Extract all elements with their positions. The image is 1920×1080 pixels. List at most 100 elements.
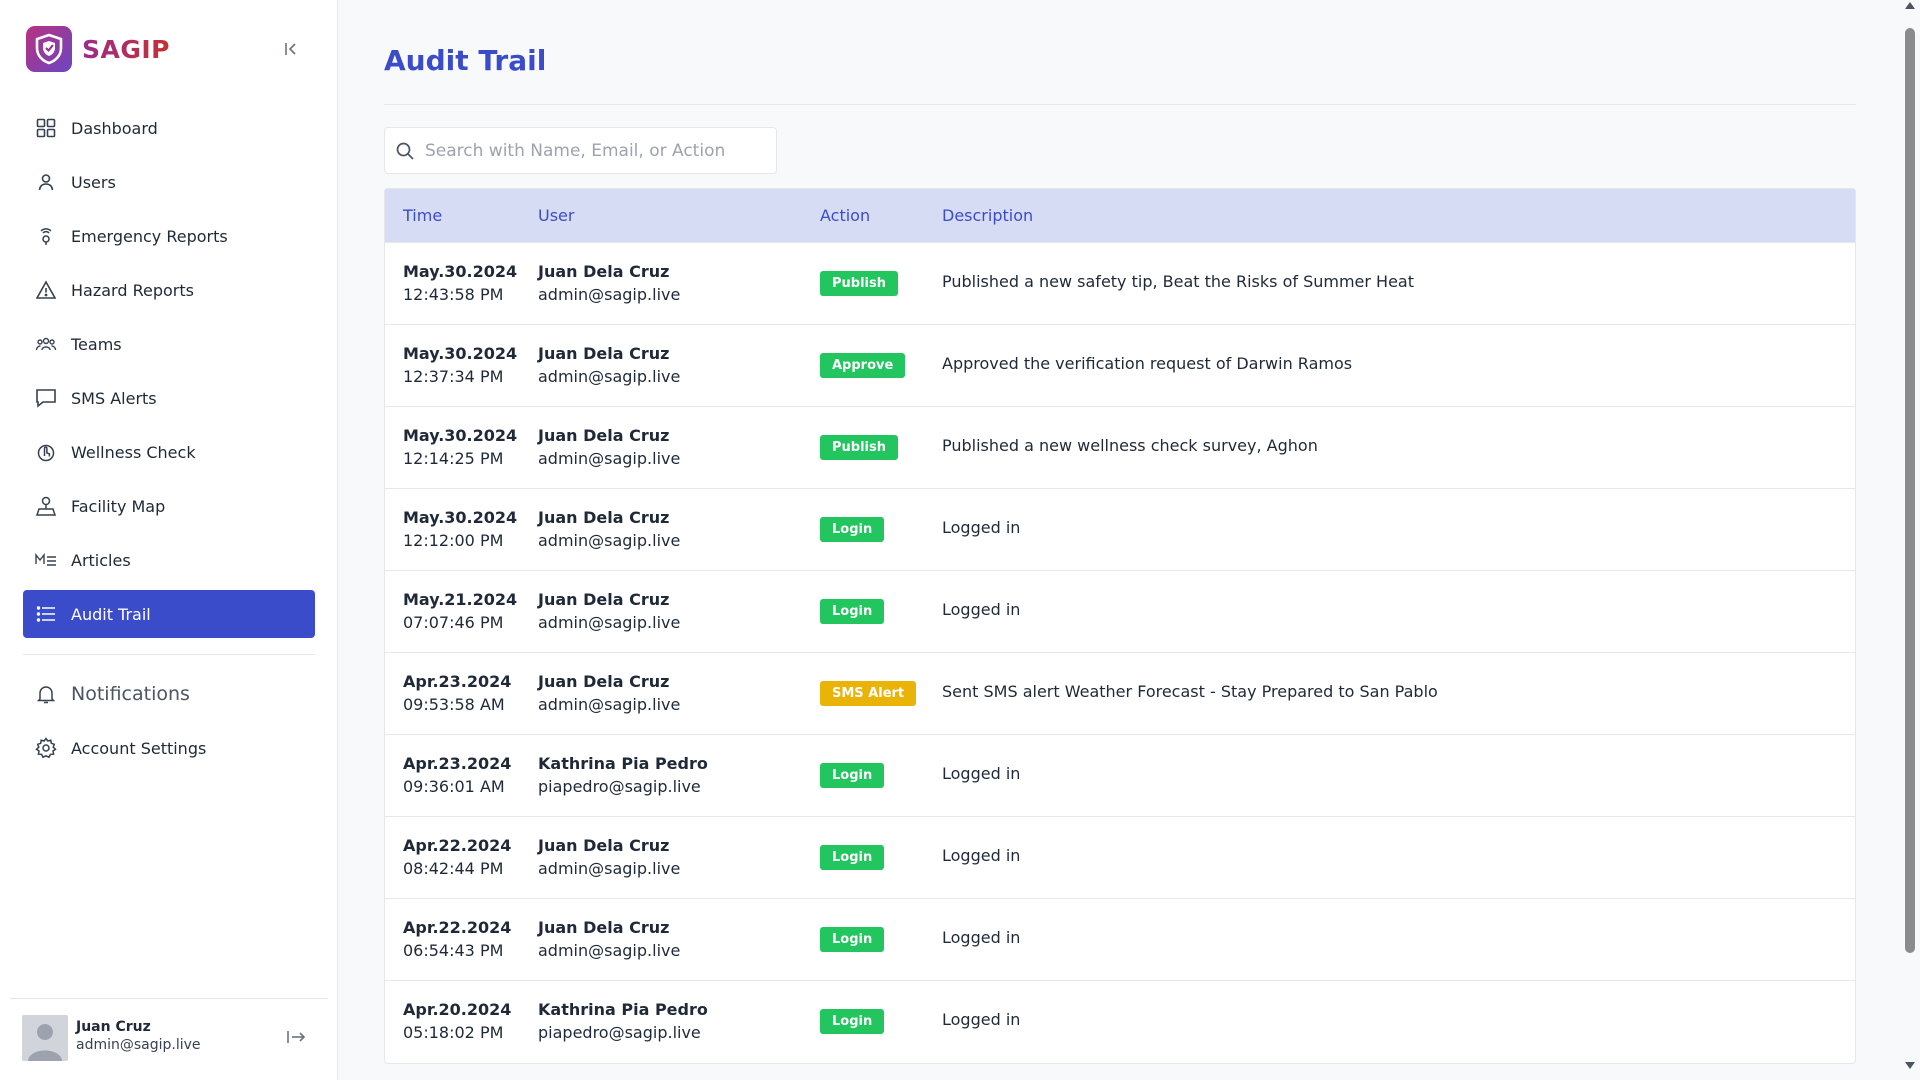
sidebar-item-hazard-reports[interactable]: Hazard Reports [23, 266, 315, 314]
user-email-text: piapedro@sagip.live [538, 1023, 701, 1042]
message-icon [35, 387, 57, 409]
sidebar-nav: Dashboard Users Emergency Reports Hazard… [23, 104, 315, 644]
column-header-description[interactable]: Description [942, 206, 1033, 225]
user-email-text: admin@sagip.live [538, 449, 681, 468]
table-row[interactable]: Apr.23.2024 09:36:01 AM Kathrina Pia Pedro… [385, 735, 1855, 817]
time-text: 12:14:25 PM [403, 449, 504, 468]
user-email-text: admin@sagip.live [538, 285, 681, 304]
time-cell: Apr.23.2024 09:36:01 AM [403, 752, 511, 798]
user-email-text: admin@sagip.live [538, 531, 681, 550]
table-row[interactable]: May.30.2024 12:14:25 PM Juan Dela Cruz admi… [385, 407, 1855, 489]
sidebar-item-wellness-check[interactable]: Wellness Check [23, 428, 315, 476]
sidebar-item-account-settings[interactable]: Account Settings [23, 724, 315, 772]
user-name-text: Juan Dela Cruz [538, 344, 670, 363]
time-text: 09:36:01 AM [403, 777, 505, 796]
scroll-down-icon[interactable] [1905, 1062, 1915, 1069]
map-pin-icon [35, 495, 57, 517]
user-icon [35, 171, 57, 193]
scroll-up-icon[interactable] [1905, 2, 1915, 9]
time-text: 09:53:58 AM [403, 695, 505, 714]
signal-pin-icon [35, 225, 57, 247]
sidebar-item-sms-alerts[interactable]: SMS Alerts [23, 374, 315, 422]
search-icon [395, 141, 415, 161]
divider [384, 104, 1856, 105]
user-cell: Juan Dela Cruz admin@sagip.live [538, 916, 680, 962]
user-name-text: Juan Dela Cruz [538, 508, 670, 527]
user-name-text: Juan Dela Cruz [538, 918, 670, 937]
sidebar-item-label: Articles [71, 550, 131, 570]
sidebar-item-label: Teams [71, 334, 122, 354]
time-cell: May.30.2024 12:37:34 PM [403, 342, 517, 388]
search-input[interactable] [425, 140, 755, 161]
time-text: 06:54:43 PM [403, 941, 504, 960]
table-row[interactable]: May.21.2024 07:07:46 PM Juan Dela Cruz admi… [385, 571, 1855, 653]
time-cell: Apr.22.2024 08:42:44 PM [403, 834, 511, 880]
description-text: Logged in [942, 846, 1021, 865]
scrollbar-thumb[interactable] [1905, 28, 1915, 953]
main-content: Audit Trail Time User Action Description… [339, 0, 1899, 1080]
user-cell: Kathrina Pia Pedro piapedro@sagip.live [538, 998, 708, 1044]
user-cell: Juan Dela Cruz admin@sagip.live [538, 424, 680, 470]
action-badge: Publish [820, 435, 898, 460]
description-text: Logged in [942, 600, 1021, 619]
shield-logo-icon [26, 26, 72, 72]
sidebar-item-audit-trail[interactable]: Audit Trail [23, 590, 315, 638]
logout-icon[interactable] [282, 1023, 310, 1051]
grid-icon [35, 117, 57, 139]
gear-icon [35, 737, 57, 759]
action-badge: Login [820, 763, 885, 788]
user-email: admin@sagip.live [76, 1037, 201, 1053]
bell-icon [35, 683, 57, 705]
time-text: 12:37:34 PM [403, 367, 504, 386]
table-row[interactable]: Apr.20.2024 05:18:02 PM Kathrina Pia Pedro… [385, 981, 1855, 1063]
table-row[interactable]: May.30.2024 12:43:58 PM Juan Dela Cruz admi… [385, 243, 1855, 325]
avatar[interactable] [22, 1015, 68, 1061]
date-text: Apr.22.2024 [403, 836, 512, 855]
time-text: 05:18:02 PM [403, 1023, 504, 1042]
column-header-time[interactable]: Time [403, 206, 442, 225]
brand[interactable]: SAGIP [26, 26, 170, 72]
action-badge: Login [820, 517, 885, 542]
table-body: May.30.2024 12:43:58 PM Juan Dela Cruz admi… [385, 243, 1855, 1063]
search-box[interactable] [384, 127, 777, 174]
user-email-text: piapedro@sagip.live [538, 777, 701, 796]
date-text: Apr.22.2024 [403, 918, 512, 937]
user-cell: Kathrina Pia Pedro piapedro@sagip.live [538, 752, 708, 798]
sidebar-secondary-nav: Notifications Account Settings [23, 670, 315, 778]
date-text: Apr.23.2024 [403, 754, 512, 773]
action-badge: Login [820, 927, 885, 952]
user-name-text: Juan Dela Cruz [538, 262, 670, 281]
hand-pointer-icon [35, 441, 57, 463]
time-text: 07:07:46 PM [403, 613, 504, 632]
sidebar-item-teams[interactable]: Teams [23, 320, 315, 368]
warning-icon [35, 279, 57, 301]
sidebar-item-dashboard[interactable]: Dashboard [23, 104, 315, 152]
table-row[interactable]: Apr.22.2024 08:42:44 PM Juan Dela Cruz admi… [385, 817, 1855, 899]
sidebar-item-articles[interactable]: Articles [23, 536, 315, 584]
sidebar-item-label: Wellness Check [71, 442, 196, 462]
table-row[interactable]: Apr.23.2024 09:53:58 AM Juan Dela Cruz admi… [385, 653, 1855, 735]
description-text: Published a new wellness check survey, A… [942, 436, 1318, 455]
scrollbar[interactable] [1900, 0, 1920, 1080]
column-header-user[interactable]: User [538, 206, 574, 225]
collapse-sidebar-icon[interactable] [278, 36, 304, 62]
date-text: May.21.2024 [403, 590, 518, 609]
description-text: Logged in [942, 1010, 1021, 1029]
sidebar-item-label: Account Settings [71, 738, 207, 758]
sidebar-item-label: Audit Trail [71, 604, 151, 624]
sidebar-item-emergency-reports[interactable]: Emergency Reports [23, 212, 315, 260]
table-row[interactable]: Apr.22.2024 06:54:43 PM Juan Dela Cruz admi… [385, 899, 1855, 981]
time-cell: May.30.2024 12:43:58 PM [403, 260, 517, 306]
table-header: Time User Action Description [385, 189, 1855, 243]
sidebar-item-users[interactable]: Users [23, 158, 315, 206]
sidebar-item-facility-map[interactable]: Facility Map [23, 482, 315, 530]
sidebar-item-notifications[interactable]: Notifications [23, 670, 315, 718]
table-row[interactable]: May.30.2024 12:12:00 PM Juan Dela Cruz admi… [385, 489, 1855, 571]
user-name-text: Juan Dela Cruz [538, 836, 670, 855]
user-cell: Juan Dela Cruz admin@sagip.live [538, 506, 680, 552]
user-cell: Juan Dela Cruz admin@sagip.live [538, 342, 680, 388]
column-header-action[interactable]: Action [820, 206, 870, 225]
table-row[interactable]: May.30.2024 12:37:34 PM Juan Dela Cruz admi… [385, 325, 1855, 407]
sidebar-item-label: Notifications [71, 683, 190, 705]
action-badge: Login [820, 845, 885, 870]
